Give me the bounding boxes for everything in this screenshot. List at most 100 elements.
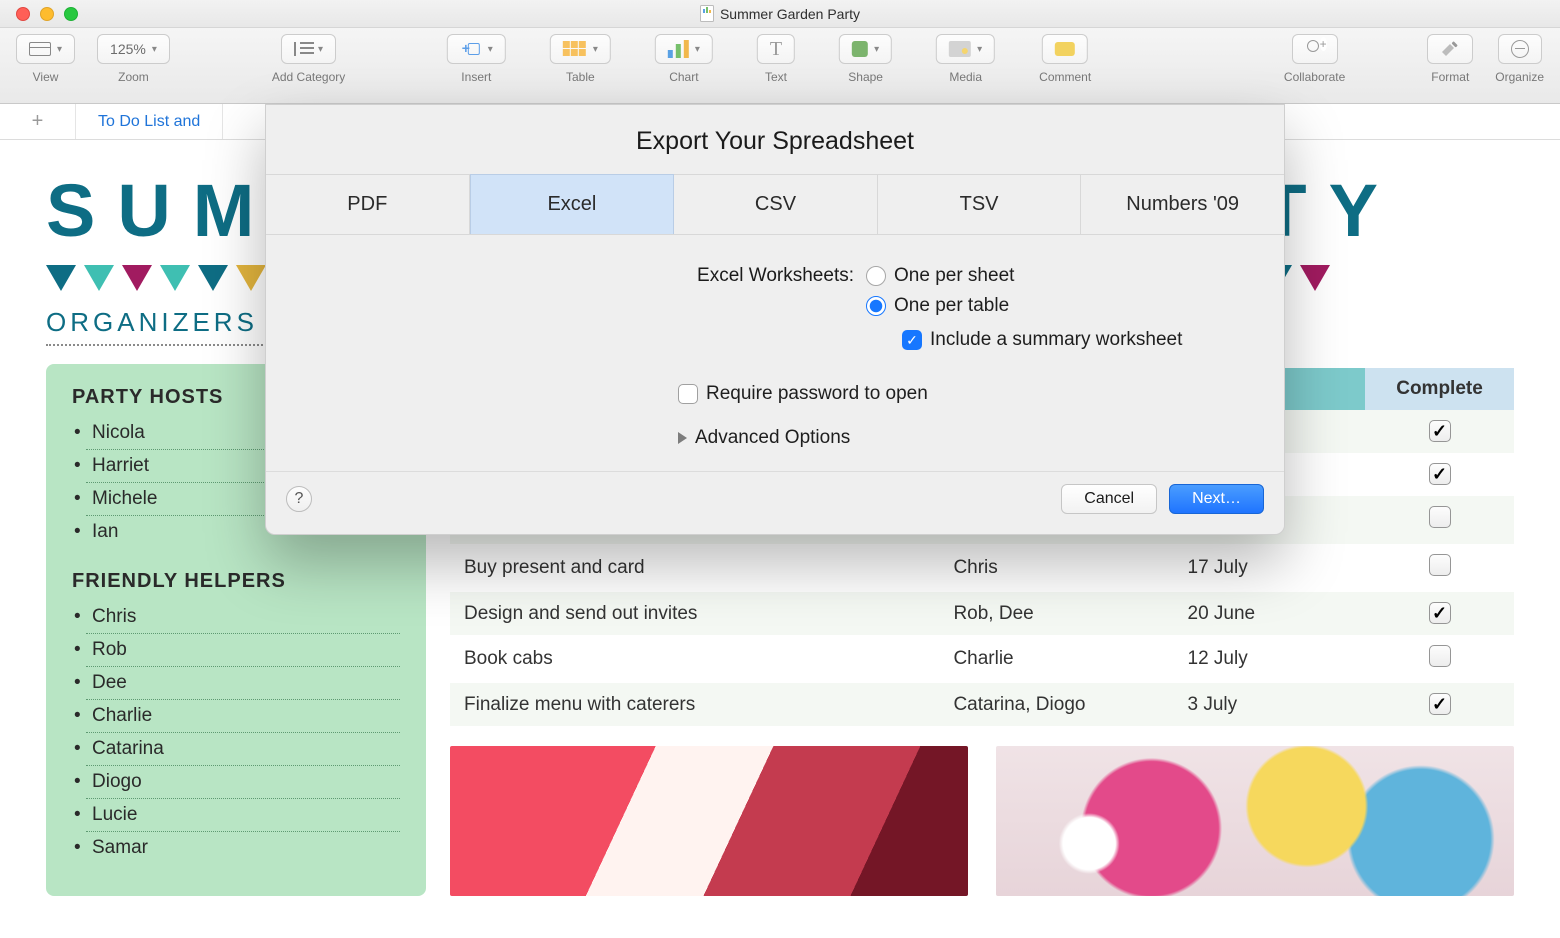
include-summary-checkbox[interactable]: ✓ bbox=[902, 330, 922, 350]
text-button[interactable]: T bbox=[757, 34, 795, 64]
one-per-table-label: One per table bbox=[894, 295, 1009, 317]
table-button[interactable]: ▾ bbox=[550, 34, 611, 64]
export-dialog-title: Export Your Spreadsheet bbox=[266, 105, 1284, 174]
complete-cell[interactable]: ✓ bbox=[1365, 683, 1514, 726]
complete-checkbox[interactable] bbox=[1429, 645, 1451, 667]
window-controls bbox=[0, 7, 78, 21]
chevron-down-icon: ▾ bbox=[318, 44, 323, 55]
title-bar: Summer Garden Party bbox=[0, 0, 1560, 28]
insert-icon bbox=[460, 42, 482, 56]
chart-button[interactable]: ▾ bbox=[655, 34, 713, 64]
list-item: Samar bbox=[86, 832, 400, 864]
zoom-label: Zoom bbox=[118, 70, 149, 84]
who-cell[interactable]: Catarina, Diogo bbox=[939, 683, 1173, 726]
deadline-cell[interactable]: 12 July bbox=[1174, 635, 1366, 683]
close-window-button[interactable] bbox=[16, 7, 30, 21]
th-complete: Complete bbox=[1396, 378, 1483, 399]
chevron-down-icon: ▾ bbox=[57, 44, 62, 55]
complete-checkbox[interactable]: ✓ bbox=[1429, 693, 1451, 715]
disclosure-triangle-icon bbox=[678, 432, 687, 444]
format-label: Format bbox=[1431, 70, 1469, 84]
one-per-sheet-label: One per sheet bbox=[894, 265, 1014, 287]
complete-checkbox[interactable] bbox=[1429, 554, 1451, 576]
view-label: View bbox=[33, 70, 59, 84]
task-cell[interactable]: Book cabs bbox=[450, 635, 939, 683]
shape-icon bbox=[852, 41, 868, 57]
organize-label: Organize bbox=[1495, 70, 1544, 84]
task-cell[interactable]: Buy present and card bbox=[450, 544, 939, 592]
who-cell[interactable]: Chris bbox=[939, 544, 1173, 592]
complete-cell[interactable] bbox=[1365, 496, 1514, 544]
chevron-down-icon: ▾ bbox=[977, 44, 982, 55]
format-button[interactable] bbox=[1427, 34, 1473, 64]
cancel-button[interactable]: Cancel bbox=[1061, 484, 1157, 514]
table-row[interactable]: Book cabsCharlie12 July bbox=[450, 635, 1514, 683]
who-cell[interactable]: Rob, Dee bbox=[939, 592, 1173, 635]
complete-cell[interactable]: ✓ bbox=[1365, 410, 1514, 453]
sheet-tab-label: To Do List and bbox=[98, 113, 200, 131]
require-password-checkbox[interactable]: ✓ bbox=[678, 384, 698, 404]
export-body: Excel Worksheets: One per sheet One per … bbox=[266, 235, 1284, 471]
tab-numbers09[interactable]: Numbers '09 bbox=[1081, 175, 1284, 234]
text-icon: T bbox=[770, 39, 782, 59]
organize-button[interactable] bbox=[1498, 34, 1542, 64]
list-item: Chris bbox=[86, 601, 400, 634]
zoom-button[interactable]: 125% ▾ bbox=[97, 34, 170, 64]
export-footer: ? Cancel Next… bbox=[266, 471, 1284, 534]
comment-button[interactable] bbox=[1042, 34, 1088, 64]
list-item: Rob bbox=[86, 634, 400, 667]
complete-checkbox[interactable]: ✓ bbox=[1429, 602, 1451, 624]
collaborate-icon bbox=[1305, 40, 1325, 58]
sheet-tab[interactable]: To Do List and bbox=[76, 104, 223, 139]
deadline-cell[interactable]: 3 July bbox=[1174, 683, 1366, 726]
radio-one-per-table[interactable] bbox=[866, 296, 886, 316]
chevron-down-icon: ▾ bbox=[695, 44, 700, 55]
chart-icon bbox=[668, 40, 689, 58]
zoom-window-button[interactable] bbox=[64, 7, 78, 21]
table-row[interactable]: Buy present and cardChris17 July bbox=[450, 544, 1514, 592]
complete-cell[interactable] bbox=[1365, 544, 1514, 592]
deadline-cell[interactable]: 20 June bbox=[1174, 592, 1366, 635]
list-item: Catarina bbox=[86, 733, 400, 766]
table-row[interactable]: Finalize menu with caterersCatarina, Dio… bbox=[450, 683, 1514, 726]
list-item: Charlie bbox=[86, 700, 400, 733]
chevron-down-icon: ▾ bbox=[874, 44, 879, 55]
export-format-tabs: PDF Excel CSV TSV Numbers '09 bbox=[266, 174, 1284, 235]
table-row[interactable]: Design and send out invitesRob, Dee20 Ju… bbox=[450, 592, 1514, 635]
complete-checkbox[interactable]: ✓ bbox=[1429, 420, 1451, 442]
task-cell[interactable]: Finalize menu with caterers bbox=[450, 683, 939, 726]
tab-tsv[interactable]: TSV bbox=[878, 175, 1082, 234]
advanced-options-label: Advanced Options bbox=[695, 427, 850, 449]
task-cell[interactable]: Design and send out invites bbox=[450, 592, 939, 635]
window-title: Summer Garden Party bbox=[720, 6, 860, 22]
deadline-cell[interactable]: 17 July bbox=[1174, 544, 1366, 592]
media-label: Media bbox=[949, 70, 982, 84]
complete-checkbox[interactable] bbox=[1429, 506, 1451, 528]
tab-csv[interactable]: CSV bbox=[674, 175, 878, 234]
tab-excel[interactable]: Excel bbox=[470, 174, 675, 234]
list-item: Lucie bbox=[86, 799, 400, 832]
minimize-window-button[interactable] bbox=[40, 7, 54, 21]
image-placeholder bbox=[450, 746, 968, 896]
comment-icon bbox=[1055, 42, 1075, 56]
help-button[interactable]: ? bbox=[286, 486, 312, 512]
shape-button[interactable]: ▾ bbox=[839, 34, 892, 64]
zoom-value: 125% bbox=[110, 41, 146, 57]
complete-checkbox[interactable]: ✓ bbox=[1429, 463, 1451, 485]
view-button[interactable]: ▾ bbox=[16, 34, 75, 64]
who-cell[interactable]: Charlie bbox=[939, 635, 1173, 683]
radio-one-per-sheet[interactable] bbox=[866, 266, 886, 286]
collaborate-button[interactable] bbox=[1292, 34, 1338, 64]
complete-cell[interactable]: ✓ bbox=[1365, 453, 1514, 496]
insert-button[interactable]: ▾ bbox=[447, 34, 506, 64]
complete-cell[interactable] bbox=[1365, 635, 1514, 683]
add-sheet-button[interactable]: + bbox=[0, 104, 76, 139]
complete-cell[interactable]: ✓ bbox=[1365, 592, 1514, 635]
export-sheet-dialog: Export Your Spreadsheet PDF Excel CSV TS… bbox=[265, 104, 1285, 535]
advanced-options-disclosure[interactable]: Advanced Options bbox=[266, 413, 1284, 463]
tab-pdf[interactable]: PDF bbox=[266, 175, 470, 234]
media-button[interactable]: ▾ bbox=[936, 34, 995, 64]
next-button[interactable]: Next… bbox=[1169, 484, 1264, 514]
add-category-button[interactable]: ▾ bbox=[281, 34, 336, 64]
friendly-helpers-heading: FRIENDLY HELPERS bbox=[72, 570, 400, 593]
